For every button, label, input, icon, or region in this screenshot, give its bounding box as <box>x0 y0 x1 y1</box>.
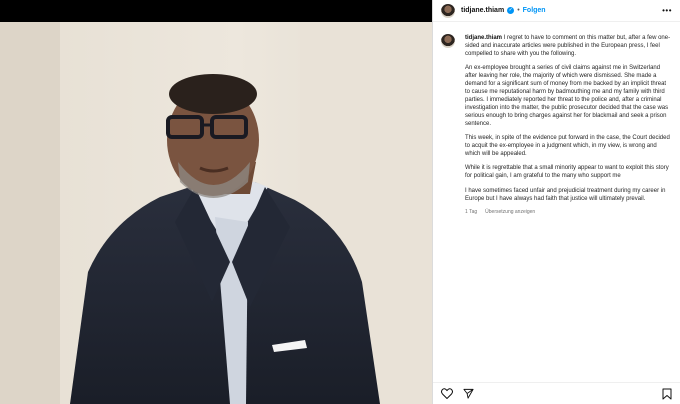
post-sidebar: tidjane.thiam ✓ • Folgen ••• tidjane.thi… <box>432 0 680 404</box>
caption-paragraph-1: tidjane.thiam I regret to have to commen… <box>465 34 671 58</box>
caption-text: tidjane.thiam I regret to have to commen… <box>465 34 671 203</box>
caption-username[interactable]: tidjane.thiam <box>465 35 502 41</box>
follow-button[interactable]: Folgen <box>523 7 546 14</box>
post-photo <box>0 22 432 404</box>
post-age: 1 Tag <box>465 208 478 215</box>
caption-paragraph-2: An ex-employee brought a series of civil… <box>465 65 669 128</box>
caption-area[interactable]: tidjane.thiam I regret to have to commen… <box>441 26 674 372</box>
caption-paragraph-3: This week, in spite of the evidence put … <box>465 135 670 158</box>
profile-username[interactable]: tidjane.thiam <box>461 7 504 14</box>
caption-paragraph-4: While it is regrettable that a small min… <box>465 165 669 180</box>
paper-plane-icon[interactable] <box>463 388 474 399</box>
action-bar <box>433 382 680 404</box>
bookmark-icon[interactable] <box>662 388 672 400</box>
caption-paragraph-5: I have sometimes faced unfair and prejud… <box>465 187 666 202</box>
verified-badge-icon: ✓ <box>507 7 515 14</box>
instagram-post-view: tidjane.thiam ✓ • Folgen ••• tidjane.thi… <box>0 0 680 404</box>
profile-avatar[interactable] <box>441 3 455 18</box>
post-header: tidjane.thiam ✓ • Folgen ••• <box>433 0 680 22</box>
heart-icon[interactable] <box>441 388 453 399</box>
caption-entry: tidjane.thiam I regret to have to commen… <box>441 26 674 215</box>
caption-body: tidjane.thiam I regret to have to commen… <box>465 26 671 215</box>
caption-avatar[interactable] <box>441 34 455 48</box>
post-media[interactable] <box>0 0 432 404</box>
caption-meta: 1 Tag Übersetzung anzeigen <box>465 209 671 215</box>
separator-dot: • <box>517 7 520 14</box>
more-options-icon[interactable]: ••• <box>662 6 672 15</box>
translate-link[interactable]: Übersetzung anzeigen <box>485 209 535 215</box>
